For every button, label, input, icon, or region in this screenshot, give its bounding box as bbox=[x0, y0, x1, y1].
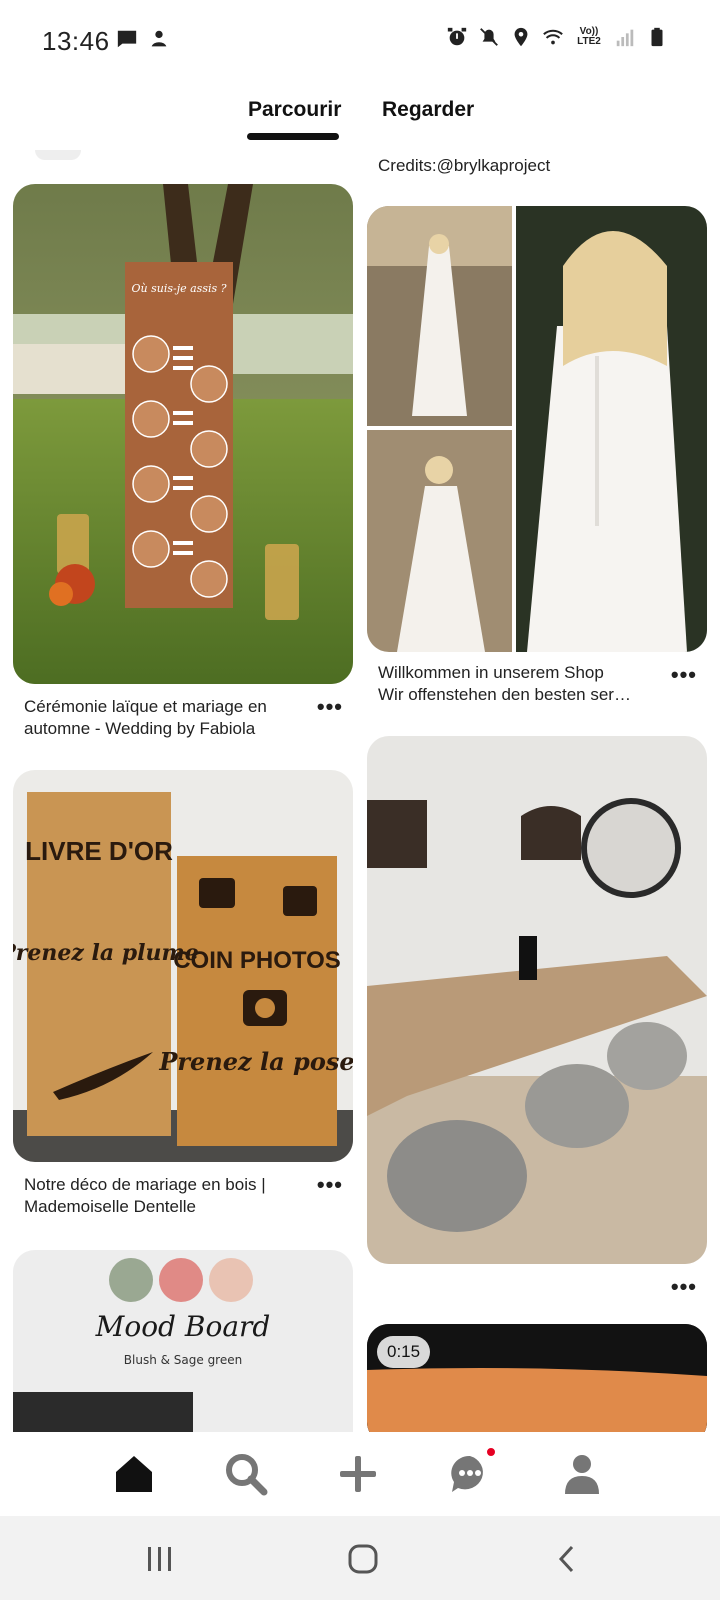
pin-card[interactable]: Où suis-je assis ? Cérémonie laïque et m… bbox=[13, 184, 353, 738]
mood-board-photo: Mood Board Blush & Sage green bbox=[13, 1250, 353, 1432]
pin-more-button[interactable]: ••• bbox=[671, 662, 697, 688]
notification-badge bbox=[485, 1446, 497, 1458]
mood-board-subheading: Blush & Sage green bbox=[124, 1353, 242, 1367]
alarm-icon bbox=[447, 27, 467, 46]
profile-icon[interactable] bbox=[556, 1448, 608, 1500]
pin-more-button[interactable]: ••• bbox=[317, 694, 343, 720]
dining-room-photo bbox=[367, 736, 707, 1264]
pin-feed[interactable]: Où suis-je assis ? Cérémonie laïque et m… bbox=[0, 150, 720, 1432]
wedding-seating-board-photo: Où suis-je assis ? bbox=[13, 184, 353, 684]
wooden-signs-photo: LIVRE D'OR Prenez la plume COIN PHOTOS P… bbox=[13, 770, 353, 1162]
signal-icon bbox=[616, 29, 634, 47]
pin-title[interactable]: Notre déco de mariage en bois | Mademois… bbox=[24, 1174, 304, 1218]
pin-card[interactable]: LIVRE D'OR Prenez la plume COIN PHOTOS P… bbox=[13, 770, 353, 1216]
pin-title-line1[interactable]: Willkommen in unserem Shop bbox=[378, 662, 658, 684]
pin-more-button[interactable]: ••• bbox=[671, 1274, 697, 1300]
home-circle-icon[interactable] bbox=[344, 1542, 380, 1576]
system-nav-bar bbox=[0, 1516, 720, 1600]
pin-image[interactable]: LIVRE D'OR Prenez la plume COIN PHOTOS P… bbox=[13, 770, 353, 1162]
message-icon bbox=[117, 30, 137, 48]
pin-title-line2[interactable]: Wir offenstehen den besten ser… bbox=[378, 684, 658, 706]
pin-image[interactable] bbox=[367, 206, 707, 652]
pin-more-button[interactable]: ••• bbox=[317, 1172, 343, 1198]
pin-card[interactable]: ••• bbox=[367, 736, 707, 1299]
pin-credits[interactable]: Credits:@brylkaproject bbox=[378, 156, 550, 176]
pin-card[interactable]: Willkommen in unserem Shop Wir offensteh… bbox=[367, 206, 707, 704]
location-icon bbox=[514, 27, 528, 47]
pin-image[interactable]: Où suis-je assis ? bbox=[13, 184, 353, 684]
tab-watch[interactable]: Regarder bbox=[382, 98, 474, 122]
pin-image[interactable]: 0:15 bbox=[367, 1324, 707, 1432]
guestbook-sign-title: LIVRE D'OR bbox=[25, 836, 173, 866]
guestbook-sign-subtitle: Prenez la plume bbox=[13, 940, 199, 966]
search-icon[interactable] bbox=[220, 1448, 272, 1500]
pin-image[interactable]: Mood Board Blush & Sage green bbox=[13, 1250, 353, 1432]
network-label: Vo)) LTE2 bbox=[577, 26, 601, 47]
status-time: 13:46 bbox=[42, 26, 110, 56]
mute-icon bbox=[480, 28, 498, 46]
pin-title[interactable]: Cérémonie laïque et mariage en automne -… bbox=[24, 696, 304, 740]
bottom-nav bbox=[0, 1432, 720, 1516]
photo-sign-title: COIN PHOTOS bbox=[173, 947, 341, 974]
seating-board-text: Où suis-je assis ? bbox=[131, 282, 226, 295]
wifi-icon bbox=[543, 29, 563, 45]
add-icon[interactable] bbox=[332, 1448, 384, 1500]
pin-card[interactable]: 0:15 bbox=[367, 1324, 707, 1432]
home-icon[interactable] bbox=[108, 1448, 160, 1500]
active-tab-indicator bbox=[247, 133, 339, 140]
video-duration-badge: 0:15 bbox=[377, 1336, 431, 1368]
pin-image[interactable] bbox=[367, 736, 707, 1264]
recent-apps-icon[interactable] bbox=[142, 1542, 178, 1576]
photo-sign-subtitle: Prenez la pose bbox=[158, 1047, 353, 1076]
feed-tabs: Parcourir Regarder bbox=[0, 90, 720, 150]
wedding-dress-collage-photo bbox=[367, 206, 707, 652]
pin-card[interactable]: Mood Board Blush & Sage green bbox=[13, 1250, 353, 1432]
mood-board-heading: Mood Board bbox=[95, 1310, 271, 1343]
tab-browse[interactable]: Parcourir bbox=[248, 98, 341, 122]
status-bar: 13:46 Vo)) LTE2 bbox=[0, 0, 720, 80]
previous-pin-edge bbox=[35, 150, 81, 160]
back-icon[interactable] bbox=[550, 1542, 586, 1576]
battery-icon bbox=[651, 27, 663, 47]
notification-app-icon bbox=[151, 30, 167, 47]
